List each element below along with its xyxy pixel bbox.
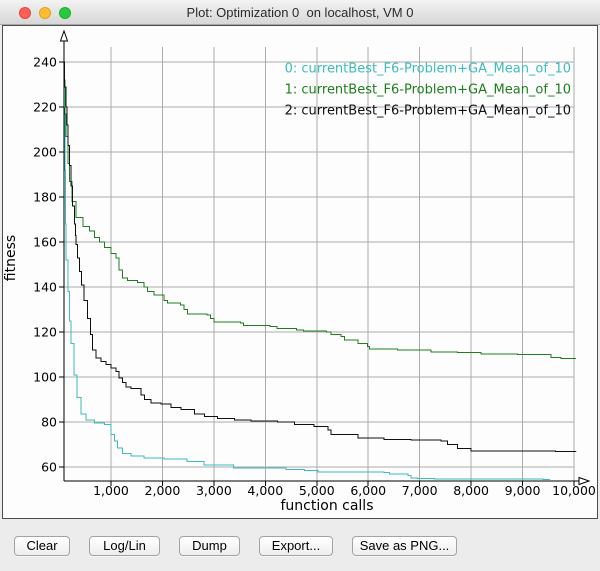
x-tick-label: 7,000 (402, 483, 438, 498)
x-tick-label: 10,000 (552, 483, 596, 498)
y-tick-label: 140 (33, 280, 57, 295)
x-axis-label: function calls (281, 498, 374, 514)
x-tick-label: 4,000 (247, 483, 283, 498)
series-line (64, 62, 576, 452)
x-tick-label: 2,000 (145, 483, 181, 498)
dump-button[interactable]: Dump (179, 536, 240, 556)
series-line (64, 67, 549, 481)
y-axis-label: fitness (3, 235, 19, 281)
title-bar: Plot: Optimization 0 on localhost, VM 0 (0, 0, 600, 25)
plot-panel: 240 220 200 180 160 140 120 100 80 60 1,000 2,000 3,… (2, 25, 598, 519)
log-lin-button[interactable]: Log/Lin (89, 536, 160, 556)
legend-item: 1: currentBest_F6-Problem+GA_Mean_of_10 (285, 83, 571, 98)
legend-item: 0: currentBest_F6-Problem+GA_Mean_of_10 (285, 62, 571, 77)
app-window: Plot: Optimization 0 on localhost, VM 0 … (0, 0, 600, 571)
y-tick-label: 200 (33, 145, 57, 160)
x-tick-label: 6,000 (350, 483, 386, 498)
y-tick-label: 240 (33, 55, 57, 70)
x-tick-label: 3,000 (196, 483, 232, 498)
legend-item: 2: currentBest_F6-Problem+GA_Mean_of_10 (285, 104, 571, 119)
y-axis-arrow-icon (61, 31, 68, 41)
y-tick-label: 60 (41, 460, 57, 475)
series-line (64, 80, 576, 358)
save-as-png-button[interactable]: Save as PNG... (352, 536, 457, 556)
y-tick-label: 120 (33, 325, 57, 340)
window-title: Plot: Optimization 0 on localhost, VM 0 (0, 0, 600, 25)
x-tick-label: 9,000 (505, 483, 541, 498)
y-tick-label: 160 (33, 235, 57, 250)
y-tick-label: 180 (33, 190, 57, 205)
x-tick-label: 8,000 (453, 483, 489, 498)
y-tick-label: 220 (33, 100, 57, 115)
x-tick-label: 5,000 (299, 483, 335, 498)
y-tick-label: 100 (33, 370, 57, 385)
clear-button[interactable]: Clear (14, 536, 70, 556)
y-tick-label: 80 (41, 415, 57, 430)
x-tick-label: 1,000 (93, 483, 129, 498)
fitness-plot: 240 220 200 180 160 140 120 100 80 60 1,000 2,000 3,… (3, 26, 597, 518)
export-button[interactable]: Export... (259, 536, 333, 556)
